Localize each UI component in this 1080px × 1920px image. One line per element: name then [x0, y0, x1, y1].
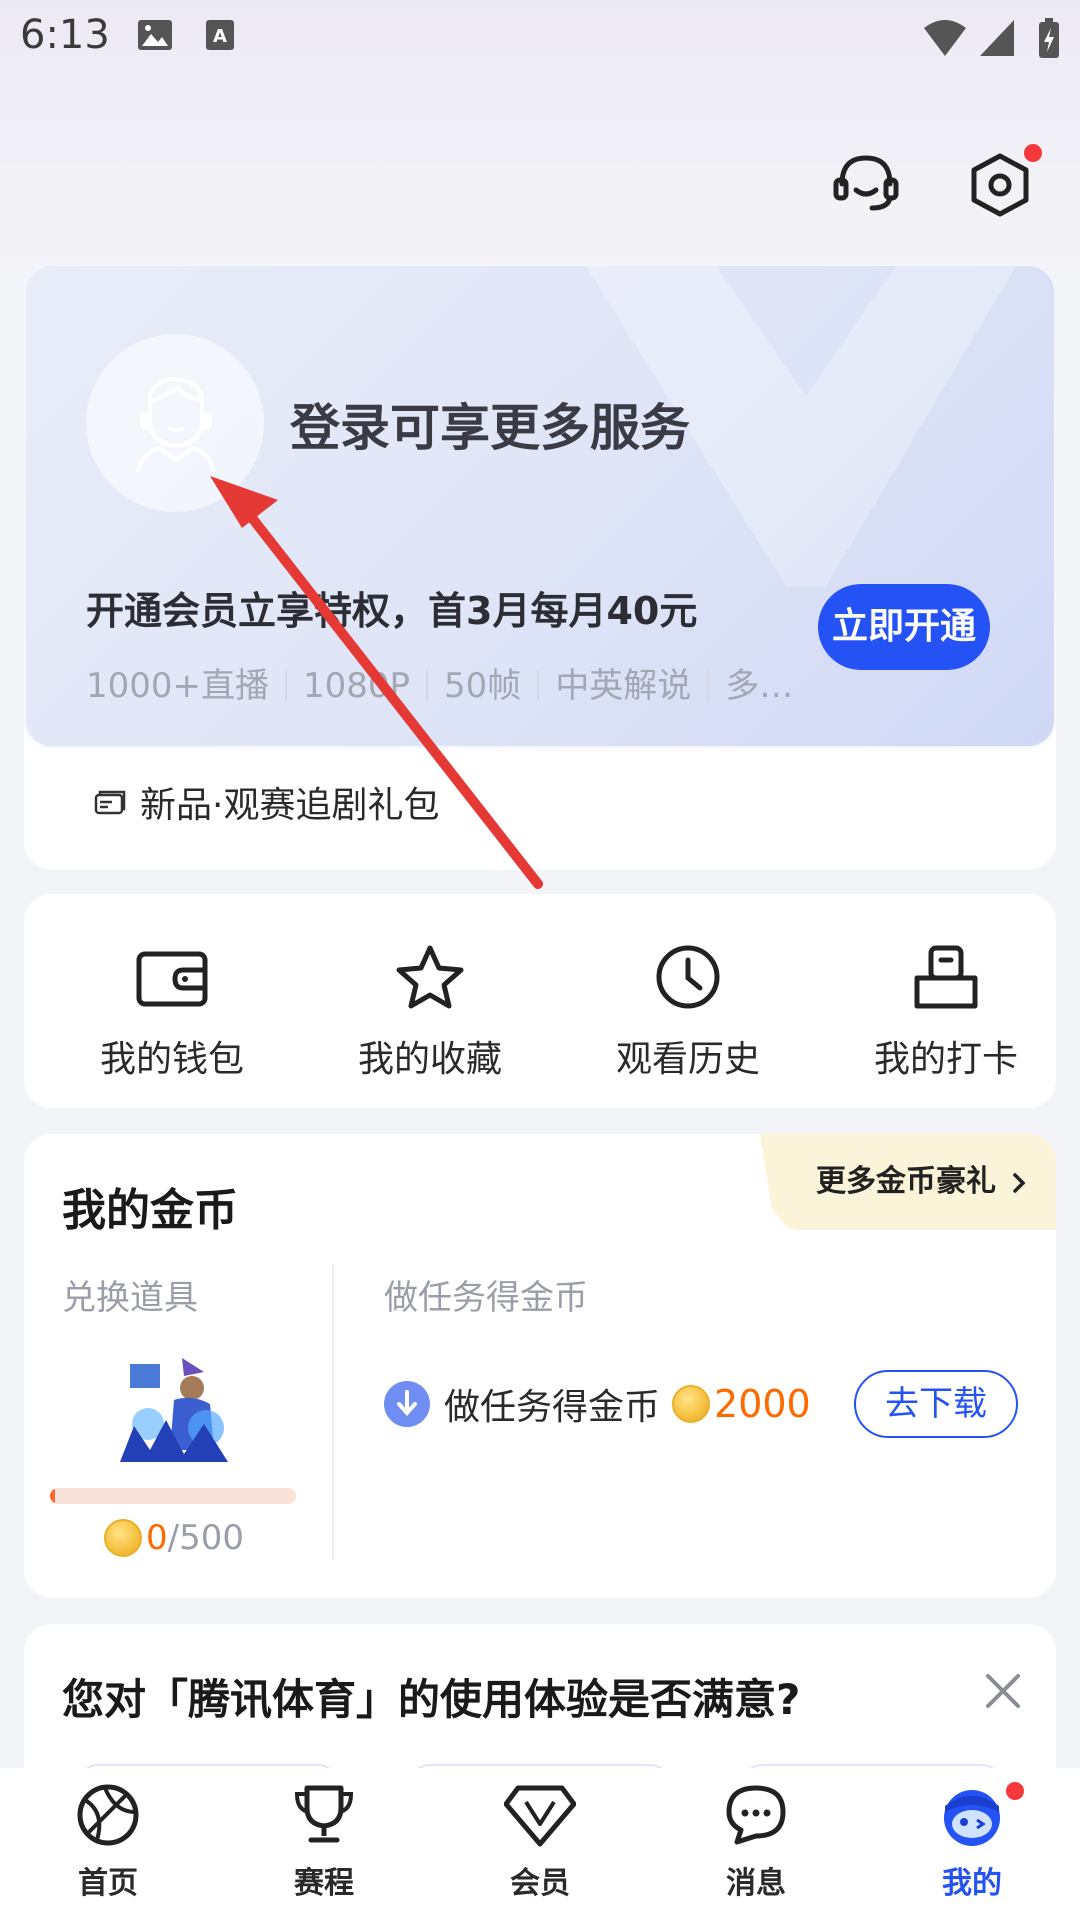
tab-home[interactable]: 首页 [38, 1782, 178, 1902]
annotation-arrow [210, 476, 543, 889]
tab-membership[interactable]: 会员 [470, 1782, 610, 1902]
tab-schedule-label: 赛程 [294, 1866, 354, 1901]
bottom-tab-bar: 首页 赛程 会员 消息 我的 [0, 1768, 1080, 1920]
tab-schedule[interactable]: 赛程 [254, 1782, 394, 1902]
tab-home-label: 首页 [78, 1866, 138, 1901]
profile-notification-dot [1006, 1782, 1024, 1800]
profile-mascot-icon [944, 1790, 1000, 1846]
diamond-icon [503, 1785, 577, 1847]
chat-icon [726, 1785, 786, 1845]
tab-profile[interactable]: 我的 [902, 1782, 1042, 1902]
tab-profile-label: 我的 [942, 1866, 1002, 1901]
tab-membership-label: 会员 [510, 1866, 570, 1901]
trophy-icon [294, 1785, 354, 1843]
tab-messages[interactable]: 消息 [686, 1782, 826, 1902]
tab-messages-label: 消息 [726, 1866, 786, 1901]
basketball-icon [77, 1784, 139, 1846]
